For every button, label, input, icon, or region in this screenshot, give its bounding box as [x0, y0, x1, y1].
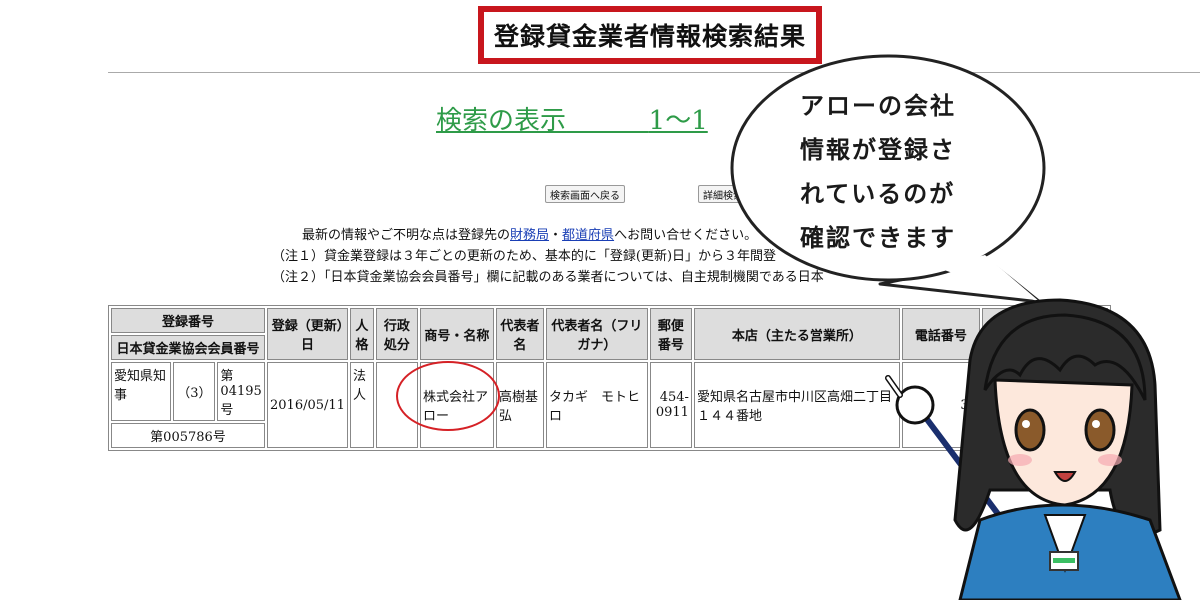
right-eye — [1084, 408, 1116, 452]
bubble-line-4: 確認できます — [800, 224, 956, 252]
bubble-line-1: アローの会社 — [800, 92, 956, 120]
mascot-character-illustration — [885, 298, 1182, 600]
bubble-line-2: 情報が登録さ — [800, 136, 956, 164]
left-eye — [1014, 408, 1046, 452]
gloved-hand — [895, 385, 935, 425]
bubble-line-3: れているのが — [800, 180, 956, 208]
